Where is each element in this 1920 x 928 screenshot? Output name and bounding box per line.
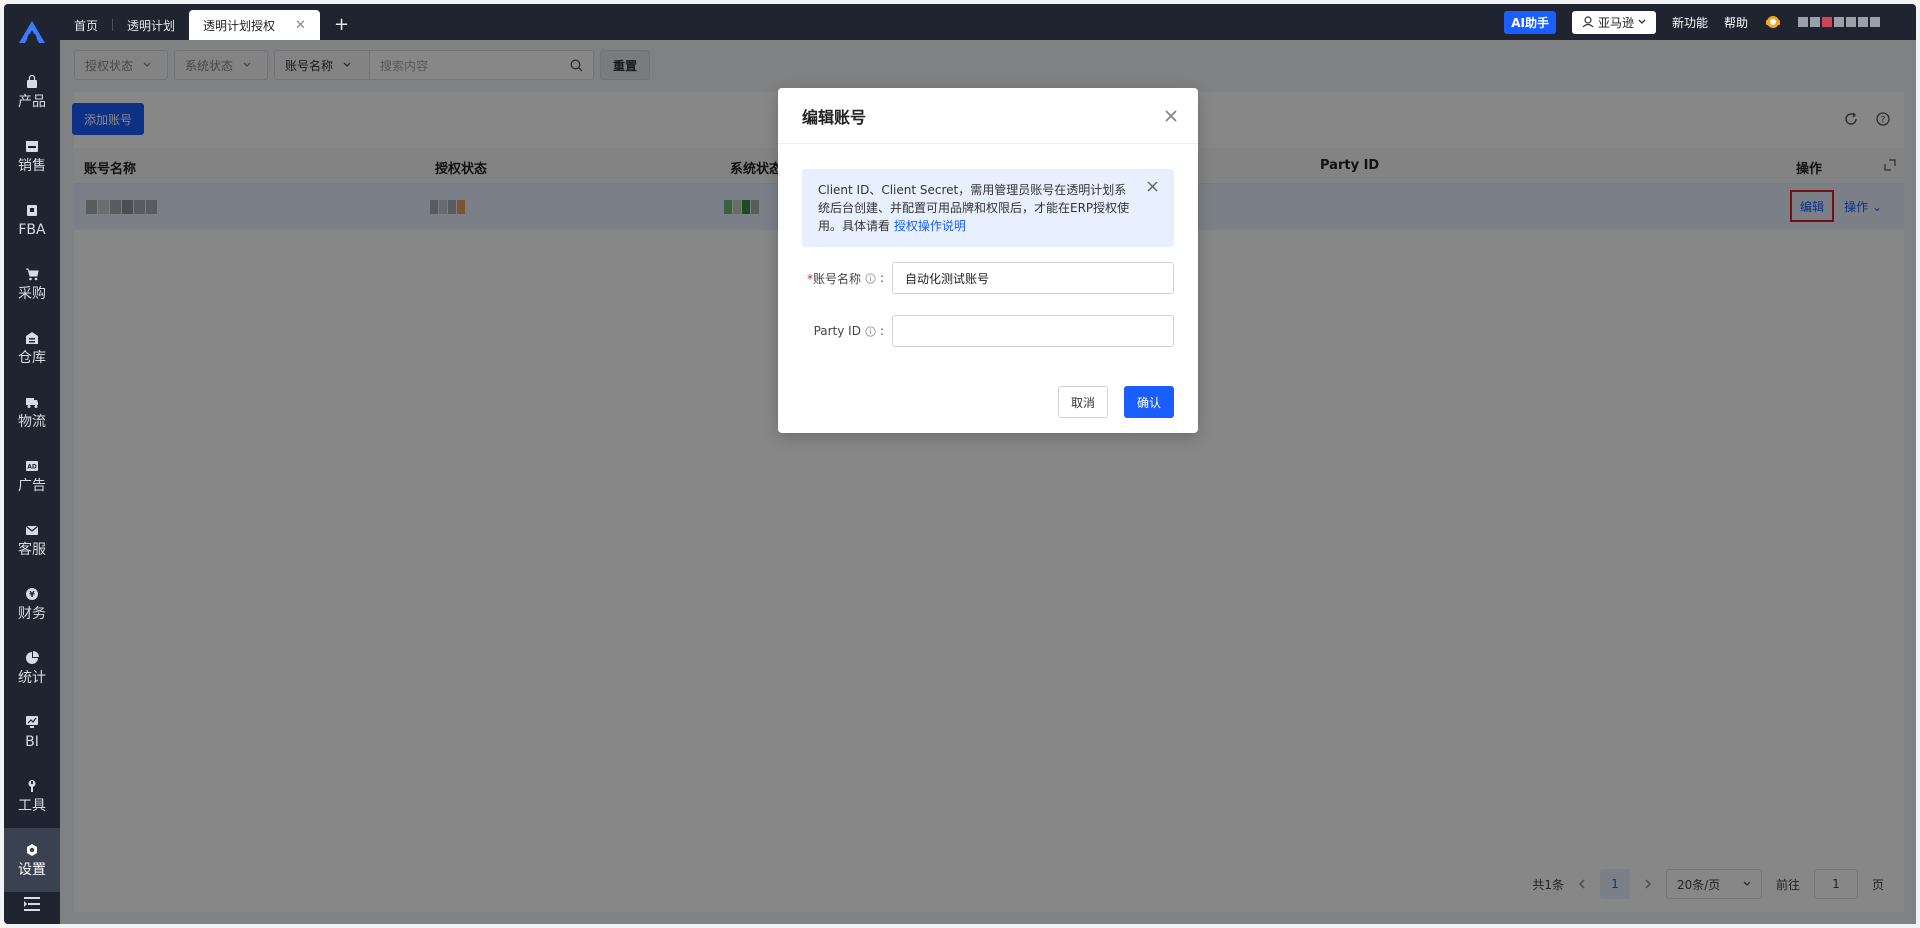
sidebar-item-ad[interactable]: AD 广告 <box>4 444 60 508</box>
sidebar-item-chart[interactable]: BI <box>4 700 60 764</box>
sidebar-item-label: 销售 <box>18 158 46 174</box>
account-name-row: *账号名称 : 自动化测试账号 <box>802 262 1174 294</box>
menu-collapse-icon <box>24 897 40 911</box>
sidebar-item-label: 财务 <box>18 606 46 622</box>
close-icon[interactable] <box>1164 109 1178 123</box>
truck-icon <box>24 394 40 410</box>
yuan-icon: ¥ <box>24 586 40 602</box>
ad-icon: AD <box>24 458 40 474</box>
account-name-input[interactable]: 自动化测试账号 <box>892 262 1174 294</box>
chevron-down-icon <box>1638 19 1646 24</box>
party-id-label-text: Party ID <box>813 324 861 338</box>
auth-guide-link[interactable]: 授权操作说明 <box>894 219 966 233</box>
sidebar-item-shop[interactable]: 销售 <box>4 124 60 188</box>
sidebar-item-warehouse[interactable]: 仓库 <box>4 316 60 380</box>
user-icon <box>1582 16 1594 28</box>
sidebar-item-label: 统计 <box>18 670 46 686</box>
tab-transparency-plan[interactable]: 透明计划 <box>113 10 189 40</box>
notice-close-icon[interactable] <box>1147 181 1158 192</box>
party-id-row: Party ID : <box>802 315 1174 347</box>
sidebar-item-label: 物流 <box>18 414 46 430</box>
sidebar-item-label: 设置 <box>18 862 46 878</box>
sidebar-item-wrench[interactable]: 工具 <box>4 764 60 828</box>
modal-header: 编辑账号 <box>778 88 1198 144</box>
collapse-menu-button[interactable] <box>4 884 60 924</box>
platform-label: 亚马逊 <box>1597 15 1634 30</box>
sidebar-item-cart[interactable]: 采购 <box>4 252 60 316</box>
tab-home-label: 首页 <box>74 18 99 33</box>
chart-icon <box>24 714 40 730</box>
sidebar-item-label: 广告 <box>18 478 46 494</box>
bag-icon <box>24 74 40 90</box>
notice-banner: Client ID、Client Secret，需用管理员账号在透明计划系统后台… <box>802 169 1174 247</box>
svg-text:¥: ¥ <box>29 590 35 599</box>
edit-account-modal: 编辑账号 Client ID、Client Secret，需用管理员账号在透明计… <box>778 88 1198 433</box>
user-info-redacted[interactable] <box>1798 17 1880 27</box>
settings-icon <box>24 842 40 858</box>
sidebar-item-label: 客服 <box>18 542 46 558</box>
sidebar-item-label: 工具 <box>18 798 46 814</box>
modal-footer: 取消 确认 <box>1058 386 1174 418</box>
shop-icon <box>24 138 40 154</box>
app-logo[interactable] <box>4 4 60 60</box>
sidebar-item-label: 产品 <box>18 94 46 110</box>
cart-icon <box>24 266 40 282</box>
pie-icon <box>24 650 40 666</box>
logo-icon <box>19 21 45 43</box>
sidebar-item-settings[interactable]: 设置 <box>4 828 60 892</box>
mail-icon <box>24 522 40 538</box>
sidebar-item-truck[interactable]: 物流 <box>4 380 60 444</box>
party-id-input[interactable] <box>892 315 1174 347</box>
notice-text: Client ID、Client Secret，需用管理员账号在透明计划系统后台… <box>818 183 1130 233</box>
confirm-button[interactable]: 确认 <box>1124 386 1174 418</box>
sidebar-item-label: BI <box>25 734 39 750</box>
info-icon[interactable] <box>865 325 876 337</box>
sidebar-item-box[interactable]: FBA <box>4 188 60 252</box>
sidebar: 产品销售 FBA 采购仓库物流 AD 广告客服 ¥ 财务统计 BI 工具设置 <box>4 4 60 924</box>
tab-plan-label: 透明计划 <box>127 18 176 33</box>
ai-assistant-button[interactable]: AI助手 <box>1504 10 1556 34</box>
account-name-label-text: 账号名称 <box>812 271 861 286</box>
box-icon <box>24 202 40 218</box>
svg-text:AD: AD <box>27 464 37 471</box>
top-bar: 首页 透明计划 透明计划授权 ✕ + AI助手 亚马逊 新功能 帮助 <box>60 4 1916 40</box>
tab-close-icon[interactable]: ✕ <box>295 18 306 33</box>
warehouse-icon <box>24 330 40 346</box>
top-right-area: AI助手 亚马逊 新功能 帮助 <box>1504 10 1916 34</box>
sidebar-item-label: 仓库 <box>18 350 46 366</box>
account-name-label: *账号名称 : <box>806 271 884 286</box>
tab-auth-label: 透明计划授权 <box>203 18 276 33</box>
modal-title: 编辑账号 <box>802 107 867 127</box>
sidebar-item-pie[interactable]: 统计 <box>4 636 60 700</box>
sidebar-item-label: FBA <box>18 222 46 238</box>
sidebar-item-mail[interactable]: 客服 <box>4 508 60 572</box>
sidebar-item-label: 采购 <box>18 286 46 302</box>
platform-selector[interactable]: 亚马逊 <box>1571 10 1656 34</box>
sidebar-item-bag[interactable]: 产品 <box>4 60 60 124</box>
tab-home[interactable]: 首页 <box>60 10 112 40</box>
add-tab-button[interactable]: + <box>334 14 349 35</box>
info-icon[interactable] <box>865 272 876 284</box>
sidebar-item-yuan[interactable]: ¥ 财务 <box>4 572 60 636</box>
tab-transparency-auth[interactable]: 透明计划授权 ✕ <box>189 10 320 40</box>
wrench-icon <box>24 778 40 794</box>
party-id-label: Party ID : <box>813 324 884 338</box>
new-feature-link[interactable]: 新功能 <box>1672 14 1708 31</box>
cancel-button[interactable]: 取消 <box>1058 386 1108 418</box>
support-icon[interactable] <box>1764 13 1782 31</box>
help-link[interactable]: 帮助 <box>1724 14 1748 31</box>
